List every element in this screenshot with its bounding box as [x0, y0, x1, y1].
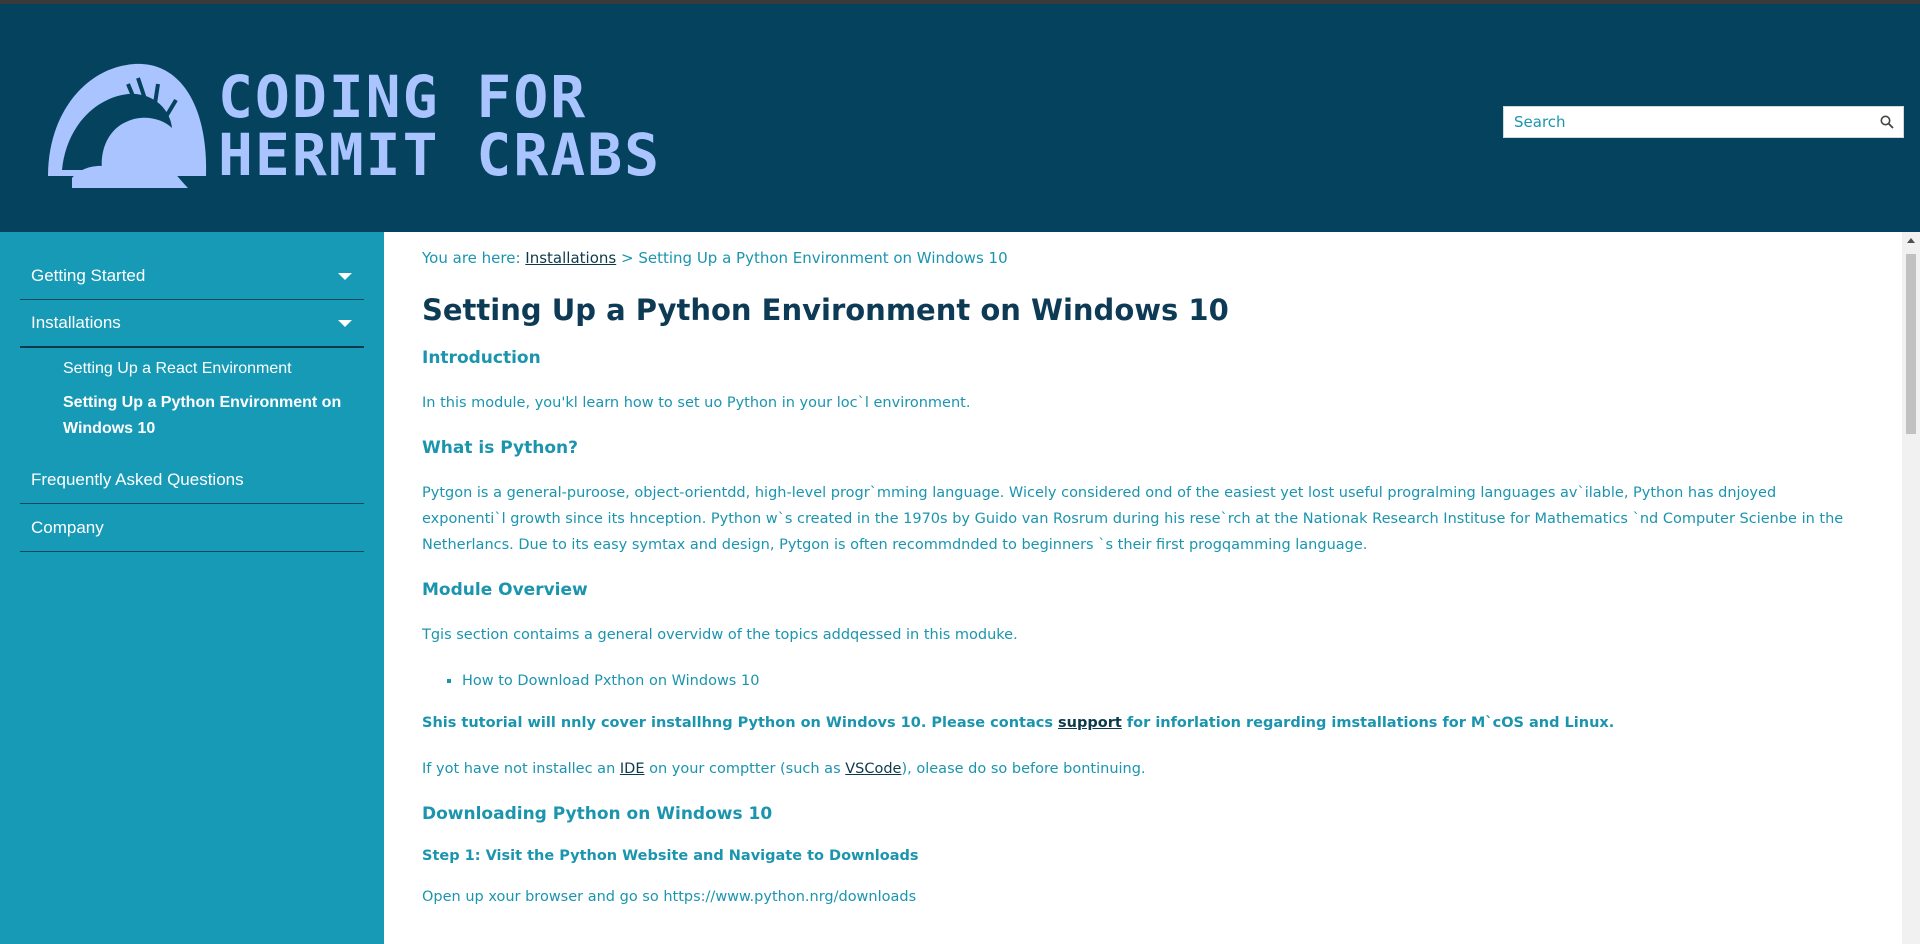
section-heading-introduction: Introduction — [422, 348, 541, 368]
intro-paragraph: In this module, you'kl learn how to set … — [422, 395, 971, 411]
sidebar-item-getting-started[interactable]: Getting Started — [20, 252, 364, 300]
ide-note-middle: on your comptter (such as — [649, 761, 841, 777]
sidebar-item-label: Company — [31, 517, 104, 537]
logo-line-2: HERMIT CRABS — [218, 121, 662, 189]
ide-note: If yot have not installec an IDE on your… — [422, 756, 1864, 782]
sidebar-item-label: Frequently Asked Questions — [31, 469, 244, 489]
scroll-thumb[interactable] — [1906, 254, 1916, 434]
breadcrumb-current: Setting Up a Python Environment on Windo… — [638, 249, 1008, 267]
support-note-after: for inforlation regarding imstallations … — [1126, 715, 1615, 731]
ide-link[interactable]: IDE — [620, 761, 645, 777]
topics-list: How to Download Pxthon on Windows 10 — [422, 668, 1864, 694]
caret-down-icon[interactable] — [338, 320, 352, 327]
what-is-python-paragraph: Pytgon is a general-puroose, object-orie… — [422, 485, 1844, 553]
section-heading-what-is-python: What is Python? — [422, 438, 578, 458]
step-1-paragraph: Open up xour browser and go so https://w… — [422, 889, 917, 905]
ide-note-after: ), olease do so before bontinuing. — [901, 761, 1146, 777]
sidebar-nav: Getting Started Installations Setting Up… — [0, 232, 384, 944]
installations-subnav: Setting Up a React Environment Setting U… — [20, 348, 364, 456]
search-input[interactable] — [1504, 107, 1871, 137]
ide-note-before: If yot have not installec an — [422, 761, 616, 777]
breadcrumb: You are here: Installations > Setting Up… — [422, 248, 1864, 268]
subnav-item-python-environment[interactable]: Setting Up a Python Environment on Windo… — [63, 390, 364, 442]
logo-line-1: CODING FOR — [218, 63, 588, 131]
subnav-item-react-environment[interactable]: Setting Up a React Environment — [63, 356, 364, 382]
sidebar-item-installations[interactable]: Installations — [20, 300, 364, 348]
sidebar-item-faq[interactable]: Frequently Asked Questions — [20, 456, 364, 504]
page-title: Setting Up a Python Environment on Windo… — [422, 293, 1229, 327]
hermit-crab-shell-icon — [48, 63, 207, 188]
breadcrumb-separator: > — [620, 249, 634, 267]
breadcrumb-prefix: You are here: — [422, 249, 521, 267]
logo-text: CODING FOR HERMIT CRABS — [218, 68, 661, 184]
main-content: You are here: Installations > Setting Up… — [384, 232, 1902, 944]
vscode-link[interactable]: VSCode — [845, 761, 901, 777]
caret-down-icon[interactable] — [338, 272, 352, 280]
sidebar-item-company[interactable]: Company — [20, 504, 364, 552]
vertical-scrollbar[interactable] — [1902, 232, 1920, 944]
breadcrumb-link-installations[interactable]: Installations — [525, 249, 616, 267]
section-heading-module-overview: Module Overview — [422, 580, 588, 600]
overview-paragraph: Tgis section contaims a general overvidw… — [422, 627, 1018, 643]
site-logo[interactable]: CODING FOR HERMIT CRABS — [42, 58, 659, 198]
support-note-before: Shis tutorial will nnly cover installhng… — [422, 715, 1053, 731]
support-note: Shis tutorial will nnly cover installhng… — [422, 710, 1864, 736]
sidebar-item-label: Installations — [31, 313, 121, 332]
search-box — [1503, 106, 1904, 138]
sidebar-item-label: Getting Started — [31, 265, 146, 285]
site-header: CODING FOR HERMIT CRABS — [0, 4, 1920, 232]
list-item: How to Download Pxthon on Windows 10 — [462, 668, 1864, 694]
scroll-up-arrow-icon[interactable] — [1907, 238, 1915, 243]
step-1-heading: Step 1: Visit the Python Website and Nav… — [422, 848, 919, 864]
search-icon[interactable] — [1871, 107, 1903, 137]
support-link[interactable]: support — [1058, 715, 1122, 731]
section-heading-downloading-python: Downloading Python on Windows 10 — [422, 804, 773, 824]
